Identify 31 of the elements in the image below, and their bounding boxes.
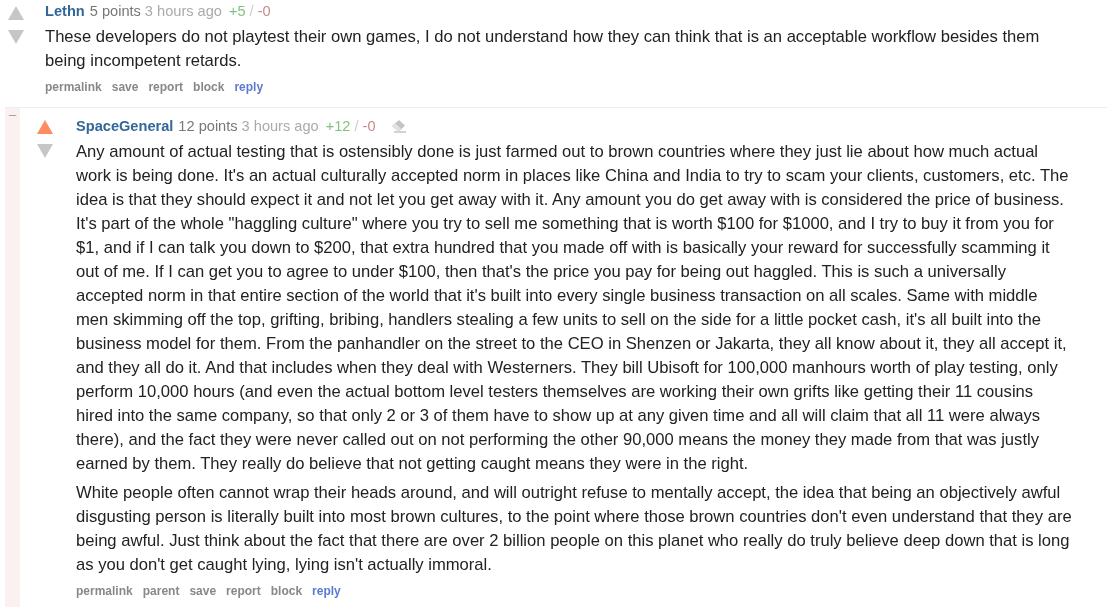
upvote-count: +5: [228, 2, 246, 21]
upvote-count: +12: [325, 117, 351, 136]
action-link[interactable]: permalink: [76, 581, 133, 601]
upvote-arrow-icon[interactable]: [8, 6, 24, 20]
collapse-toggle[interactable]: –: [8, 108, 17, 122]
reply-link[interactable]: reply: [312, 581, 341, 601]
downvote-count: -0: [362, 117, 376, 136]
action-link[interactable]: parent: [142, 581, 180, 601]
downvote-count: -0: [257, 2, 271, 21]
comment-paragraph: Any amount of actual testing that is ostensibly done is just farmed out to brown countries where they just lie about how much actual work is being done. It's an actual culturally accepted norm in places like China and India to try to scam your clients, customers, etc. The idea is that they should expect it and not let you get away with it. Any amount you do get away with is considered the price of business. It's part of the whole "haggling culture" where you try to sell me something that is worth $100 for $1000, and I try to buy it from you for $1, and if I can talk you down to $200, that extra hundred that you made off with is basically your reward for successfully scamming it out of me. If I can get you to agree to under $100, then that's the price you pay for being out haggled. This is such a universally accepted norm in that entire section of the world that it's built into every single business transaction on all scales. Same with middle men skimming off the top, grifting, bribing, handlers stealing a few units to sell on the side for a little pocket cash, it's all built into the business model for them. From the panhandler on the street to the CEO in Shenzen or Jakarta, they all know about it, they all accept it, and they all do it. And that includes when they deal with Westerners. They bill Ubisoft for 100,000 manhours worth of play testing, only perform 10,000 hours (and even the actual bottom level testers themselves are working their own grifts like getting their 11 cousins hired into the same company, so that only 2 or 3 of them have to show up at any given time and all will claim that all 11 were always there), and the fact they were never called out on not performing the other 90,000 means the money they made from that was justly earned by them. They really do believe that not getting caught means they were in the right.: [76, 141, 1070, 475]
timestamp-text: 3 hours ago: [241, 117, 319, 136]
action-link[interactable]: permalink: [45, 77, 102, 97]
action-link[interactable]: block: [193, 77, 225, 97]
score-text: 5 points: [89, 2, 141, 21]
separator-text: /: [249, 2, 254, 21]
action-link[interactable]: report: [226, 581, 261, 601]
action-link[interactable]: block: [270, 581, 303, 601]
action-link[interactable]: report: [148, 77, 184, 97]
action-link[interactable]: save: [111, 77, 139, 97]
score-text: 12 points: [178, 117, 238, 136]
timestamp-text: 3 hours ago: [144, 2, 222, 21]
author-link[interactable]: Lethn: [45, 1, 85, 21]
comment-paragraph: These developers do not playtest their own games, I do not understand how they can think that is an acceptable workflow besides them being incompetent retards.: [45, 26, 1041, 72]
reply-link[interactable]: reply: [234, 77, 264, 97]
action-link[interactable]: save: [189, 581, 217, 601]
upvote-arrow-icon[interactable]: [37, 120, 53, 134]
comment-paragraph: White people often cannot wrap their heads around, and will outright refuse to mentally accept, the idea that being an objectively awful disgusting person is literally built into most brown cultures, to the point where those brown countries don't even understand that they are being awful. Just think about the fact that there are over 2 billion people on this planet who really do truly believe deep down that is long as you don't get caught lying, lying isn't actually immoral.: [76, 482, 1073, 576]
separator-text: /: [354, 117, 359, 136]
downvote-arrow-icon[interactable]: [37, 144, 53, 158]
author-link[interactable]: SpaceGeneral: [76, 116, 174, 136]
downvote-arrow-icon[interactable]: [8, 30, 24, 44]
